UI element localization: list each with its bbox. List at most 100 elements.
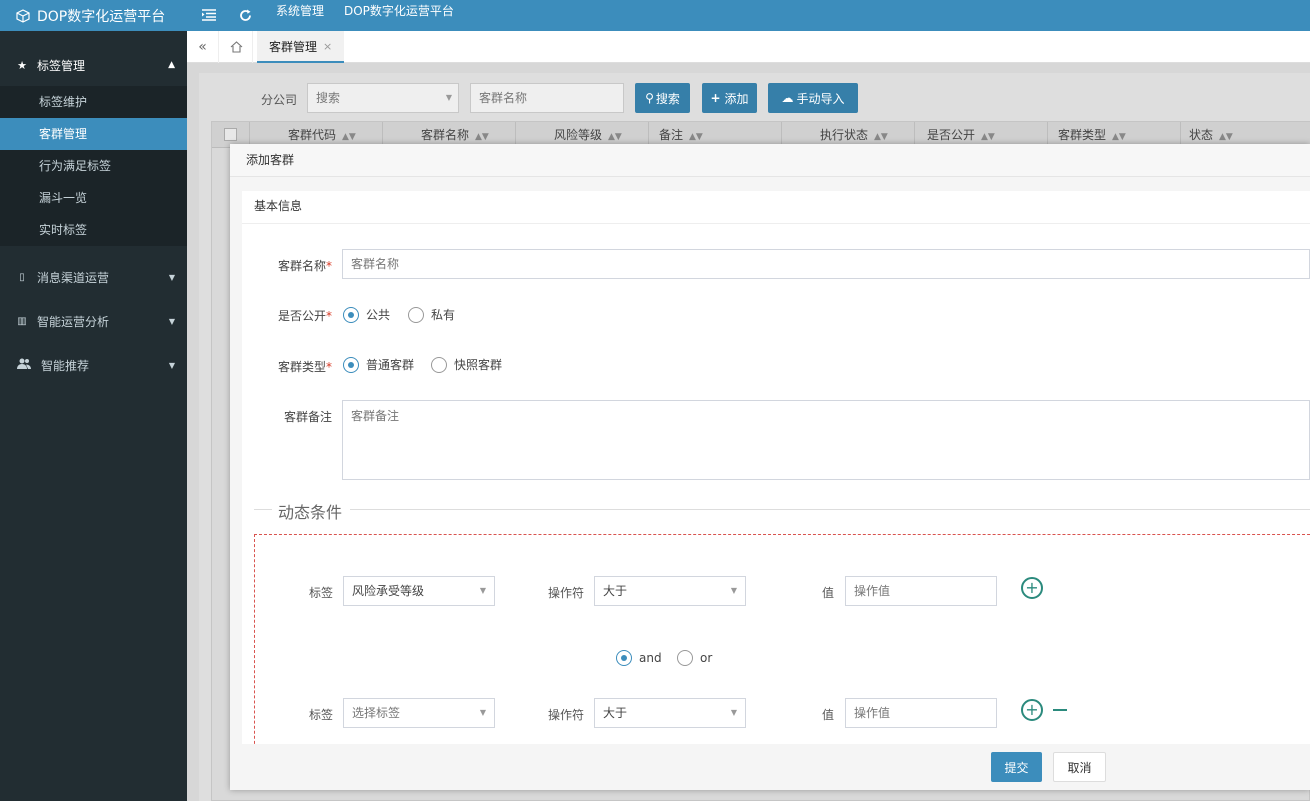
branch-label: 分公司 bbox=[261, 93, 298, 107]
radio-label: 快照客群 bbox=[454, 358, 503, 372]
sidebar-item-realtime-tags[interactable]: 实时标签 bbox=[0, 214, 187, 246]
import-button-label: 手动导入 bbox=[796, 91, 845, 106]
home-icon[interactable] bbox=[221, 31, 253, 63]
radio-unchecked-icon bbox=[431, 356, 447, 373]
remark-textarea[interactable]: 客群备注 bbox=[342, 400, 1310, 480]
column-header-label: 客群名称 bbox=[421, 128, 470, 142]
branch-select[interactable]: 搜索 ▼ bbox=[307, 83, 459, 113]
chevron-down-icon: ▼ bbox=[168, 360, 175, 370]
refresh-icon[interactable] bbox=[234, 4, 256, 26]
column-header-label: 执行状态 bbox=[820, 128, 869, 142]
sidebar-submenu: 标签维护 客群管理 行为满足标签 漏斗一览 实时标签 bbox=[0, 86, 187, 246]
modal-footer: 提交 取消 bbox=[230, 744, 1310, 790]
add-button-label: 添加 bbox=[724, 91, 749, 106]
tab-label: 客群管理 bbox=[269, 39, 318, 54]
search-icon: ⚲ bbox=[645, 91, 654, 105]
tabs-bar: « 客群管理 × bbox=[187, 31, 1310, 63]
chevron-down-icon: ▼ bbox=[479, 708, 486, 717]
fieldset-line bbox=[254, 509, 272, 510]
select-value: 选择标签 bbox=[352, 706, 401, 720]
column-header-label: 是否公开 bbox=[927, 128, 976, 142]
sidebar-item-behavior-tags[interactable]: 行为满足标签 bbox=[0, 150, 187, 182]
condition-operator-select[interactable]: 大于 ▼ bbox=[594, 698, 746, 728]
radio-and[interactable]: and bbox=[616, 650, 662, 666]
column-header-label: 状态 bbox=[1189, 128, 1214, 142]
branch-select-placeholder: 搜索 bbox=[316, 91, 341, 105]
sidebar-group-label: 智能运营分析 bbox=[37, 314, 110, 329]
condition-tag-select[interactable]: 选择标签 ▼ bbox=[343, 698, 495, 728]
select-value: 大于 bbox=[603, 584, 628, 598]
column-header-label: 备注 bbox=[659, 128, 684, 142]
radio-label: 私有 bbox=[431, 308, 456, 322]
sidebar-group-analysis[interactable]: ▥ 智能运营分析 ▼ bbox=[0, 310, 187, 332]
condition-tag-label: 标签 bbox=[309, 586, 334, 600]
cancel-button[interactable]: 取消 bbox=[1053, 752, 1106, 782]
add-condition-icon[interactable]: + bbox=[1021, 577, 1043, 599]
radio-checked-icon bbox=[343, 356, 359, 373]
sidebar-group-label: 智能推荐 bbox=[41, 358, 90, 373]
radio-normal-segment[interactable]: 普通客群 bbox=[343, 356, 414, 373]
sort-icon: ▲▼ bbox=[1112, 132, 1126, 142]
segment-name-input[interactable]: 客群名称 bbox=[342, 249, 1310, 279]
condition-operator-label: 操作符 bbox=[548, 586, 585, 600]
radio-label: 公共 bbox=[366, 308, 391, 322]
condition-operator-select[interactable]: 大于 ▼ bbox=[594, 576, 746, 606]
fieldset-line bbox=[350, 509, 1310, 510]
radio-public[interactable]: 公共 bbox=[343, 306, 390, 323]
sidebar-group-message-channel[interactable]: ▯ 消息渠道运营 ▼ bbox=[0, 266, 187, 288]
import-button[interactable]: ☁ 手动导入 bbox=[768, 83, 858, 113]
required-mark: * bbox=[326, 309, 332, 323]
nav-link-platform[interactable]: DOP数字化运营平台 bbox=[344, 0, 454, 22]
cube-icon bbox=[16, 8, 30, 23]
column-header-label: 客群类型 bbox=[1058, 128, 1107, 142]
section-title: 基本信息 bbox=[242, 191, 1310, 224]
sort-icon: ▲▼ bbox=[475, 132, 489, 142]
radio-label: and bbox=[639, 651, 662, 665]
submit-button[interactable]: 提交 bbox=[991, 752, 1042, 782]
condition-operator-label: 操作符 bbox=[548, 708, 585, 722]
condition-value-input[interactable]: 操作值 bbox=[845, 576, 997, 606]
sidebar-group-recommend[interactable]: 智能推荐 ▼ bbox=[0, 354, 187, 376]
star-icon: ★ bbox=[17, 58, 27, 72]
add-segment-modal: 添加客群 基本信息 客群名称* 客群名称 是否公开* 公共 私有 客群类型* 普… bbox=[230, 144, 1310, 790]
sort-icon: ▲▼ bbox=[689, 132, 703, 142]
condition-value-label: 值 bbox=[822, 586, 835, 600]
radio-unchecked-icon bbox=[677, 650, 693, 666]
add-button[interactable]: + 添加 bbox=[702, 83, 757, 113]
radio-snapshot-segment[interactable]: 快照客群 bbox=[431, 356, 502, 373]
radio-or[interactable]: or bbox=[677, 650, 712, 666]
sidebar-item-funnel[interactable]: 漏斗一览 bbox=[0, 182, 187, 214]
remove-condition-icon[interactable] bbox=[1053, 709, 1067, 711]
double-chevron-left-icon[interactable]: « bbox=[187, 31, 219, 63]
radio-private[interactable]: 私有 bbox=[408, 306, 455, 323]
segment-name-search-input[interactable]: 客群名称 bbox=[470, 83, 624, 113]
condition-value-label: 值 bbox=[822, 708, 835, 722]
segment-name-label: 客群名称* bbox=[242, 257, 332, 274]
chevron-down-icon: ▼ bbox=[479, 586, 486, 595]
tab-segment-management[interactable]: 客群管理 × bbox=[257, 31, 345, 63]
brand[interactable]: DOP数字化运营平台 bbox=[0, 0, 187, 31]
list-icon[interactable] bbox=[198, 4, 220, 26]
sort-icon: ▲▼ bbox=[608, 132, 622, 142]
sidebar: ★ 标签管理 ▲ 标签维护 客群管理 行为满足标签 漏斗一览 实时标签 ▯ 消息… bbox=[0, 31, 187, 801]
search-button[interactable]: ⚲ 搜索 bbox=[635, 83, 690, 113]
sidebar-item-segment-management[interactable]: 客群管理 bbox=[0, 118, 187, 150]
modal-body: 基本信息 客群名称* 客群名称 是否公开* 公共 私有 客群类型* 普通客群 快… bbox=[242, 191, 1310, 744]
add-condition-icon[interactable]: + bbox=[1021, 699, 1043, 721]
nav-link-system[interactable]: 系统管理 bbox=[276, 0, 324, 22]
condition-value-input[interactable]: 操作值 bbox=[845, 698, 997, 728]
sort-icon: ▲▼ bbox=[874, 132, 888, 142]
select-value: 大于 bbox=[603, 706, 628, 720]
condition-tag-select[interactable]: 风险承受等级 ▼ bbox=[343, 576, 495, 606]
chevron-down-icon: ▼ bbox=[445, 93, 452, 102]
chevron-down-icon: ▼ bbox=[730, 586, 737, 595]
search-button-label: 搜索 bbox=[655, 91, 680, 106]
chevron-down-icon: ▼ bbox=[168, 316, 175, 326]
close-icon[interactable]: × bbox=[323, 40, 332, 53]
column-header-label: 风险等级 bbox=[554, 128, 603, 142]
sort-icon: ▲▼ bbox=[1219, 132, 1233, 142]
sort-icon: ▲▼ bbox=[981, 132, 995, 142]
dynamic-conditions-legend: 动态条件 bbox=[278, 503, 343, 522]
sidebar-group-tag-management[interactable]: ★ 标签管理 ▲ bbox=[0, 43, 187, 87]
sidebar-item-tag-maintain[interactable]: 标签维护 bbox=[0, 86, 187, 118]
